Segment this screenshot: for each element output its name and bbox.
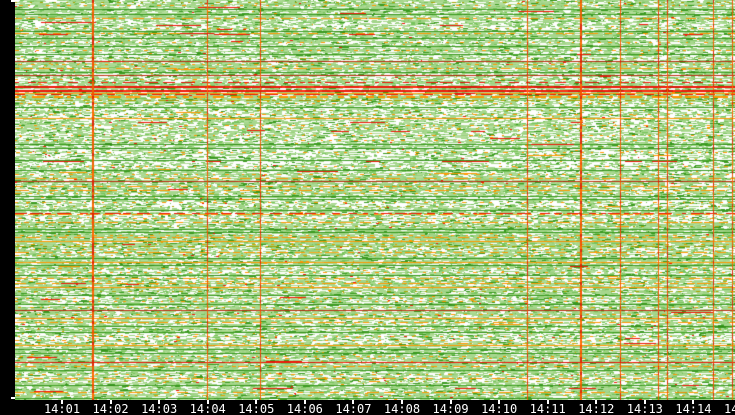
traffic-visualizer-window: x.x.255.255 x.x.0.0 14 14:01 14:02 14:03 14…: [0, 0, 735, 415]
time-tick-label: 14:14: [675, 402, 712, 415]
time-tick-label: 14:12: [578, 402, 615, 415]
time-tick-label: 14:09: [432, 402, 469, 415]
time-tick-label: 14:11: [529, 402, 566, 415]
time-tick-label: 14:13: [626, 402, 663, 415]
y-axis-label-top: x.x.255.255: [0, 0, 2, 63]
time-tick-label: 14:06: [286, 402, 323, 415]
time-tick-label-partial: 14: [723, 402, 735, 415]
traffic-heatmap-plot[interactable]: [15, 0, 735, 400]
time-tick-label: 14:02: [92, 402, 129, 415]
time-tick-label: 14:07: [335, 402, 372, 415]
x-axis: 14 14:01 14:02 14:03 14:04 14:05 14:06 14:07 14…: [0, 400, 735, 415]
time-tick-label: 14:03: [141, 402, 178, 415]
y-axis-tick: [11, 0, 15, 2]
time-tick-label: 14:01: [43, 402, 81, 415]
y-axis-label-bottom: x.x.0.0: [0, 358, 2, 396]
time-tick-label: 14:08: [383, 402, 421, 415]
time-tick-label: 14:10: [481, 402, 518, 415]
y-axis-tick: [11, 397, 15, 399]
y-axis: x.x.255.255 x.x.0.0: [0, 0, 15, 400]
time-tick-label: 14:04: [189, 402, 226, 415]
time-tick-label: 14:05: [238, 402, 275, 415]
